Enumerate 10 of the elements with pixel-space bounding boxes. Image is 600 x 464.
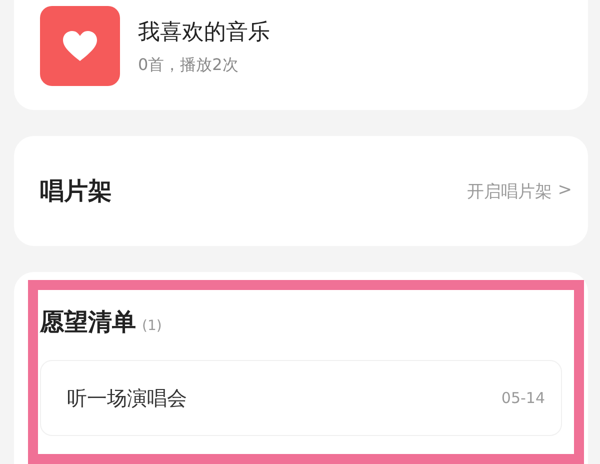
wish-title: 听一场演唱会 (67, 384, 187, 412)
section-title: 愿望清单 (40, 307, 136, 338)
wish-date: 05-14 (501, 389, 545, 407)
playlist-stats: 0首，播放2次 (138, 54, 240, 76)
item-count: (1) (142, 318, 162, 334)
playlist-title: 我喜欢的音乐 (138, 18, 270, 46)
wish-item[interactable]: 听一场演唱会 05-14 (40, 360, 562, 436)
section-title: 唱片架 (40, 176, 112, 207)
favorites-card[interactable]: 我喜欢的音乐 0首，播放2次 (14, 0, 588, 110)
heart-icon (62, 30, 98, 62)
